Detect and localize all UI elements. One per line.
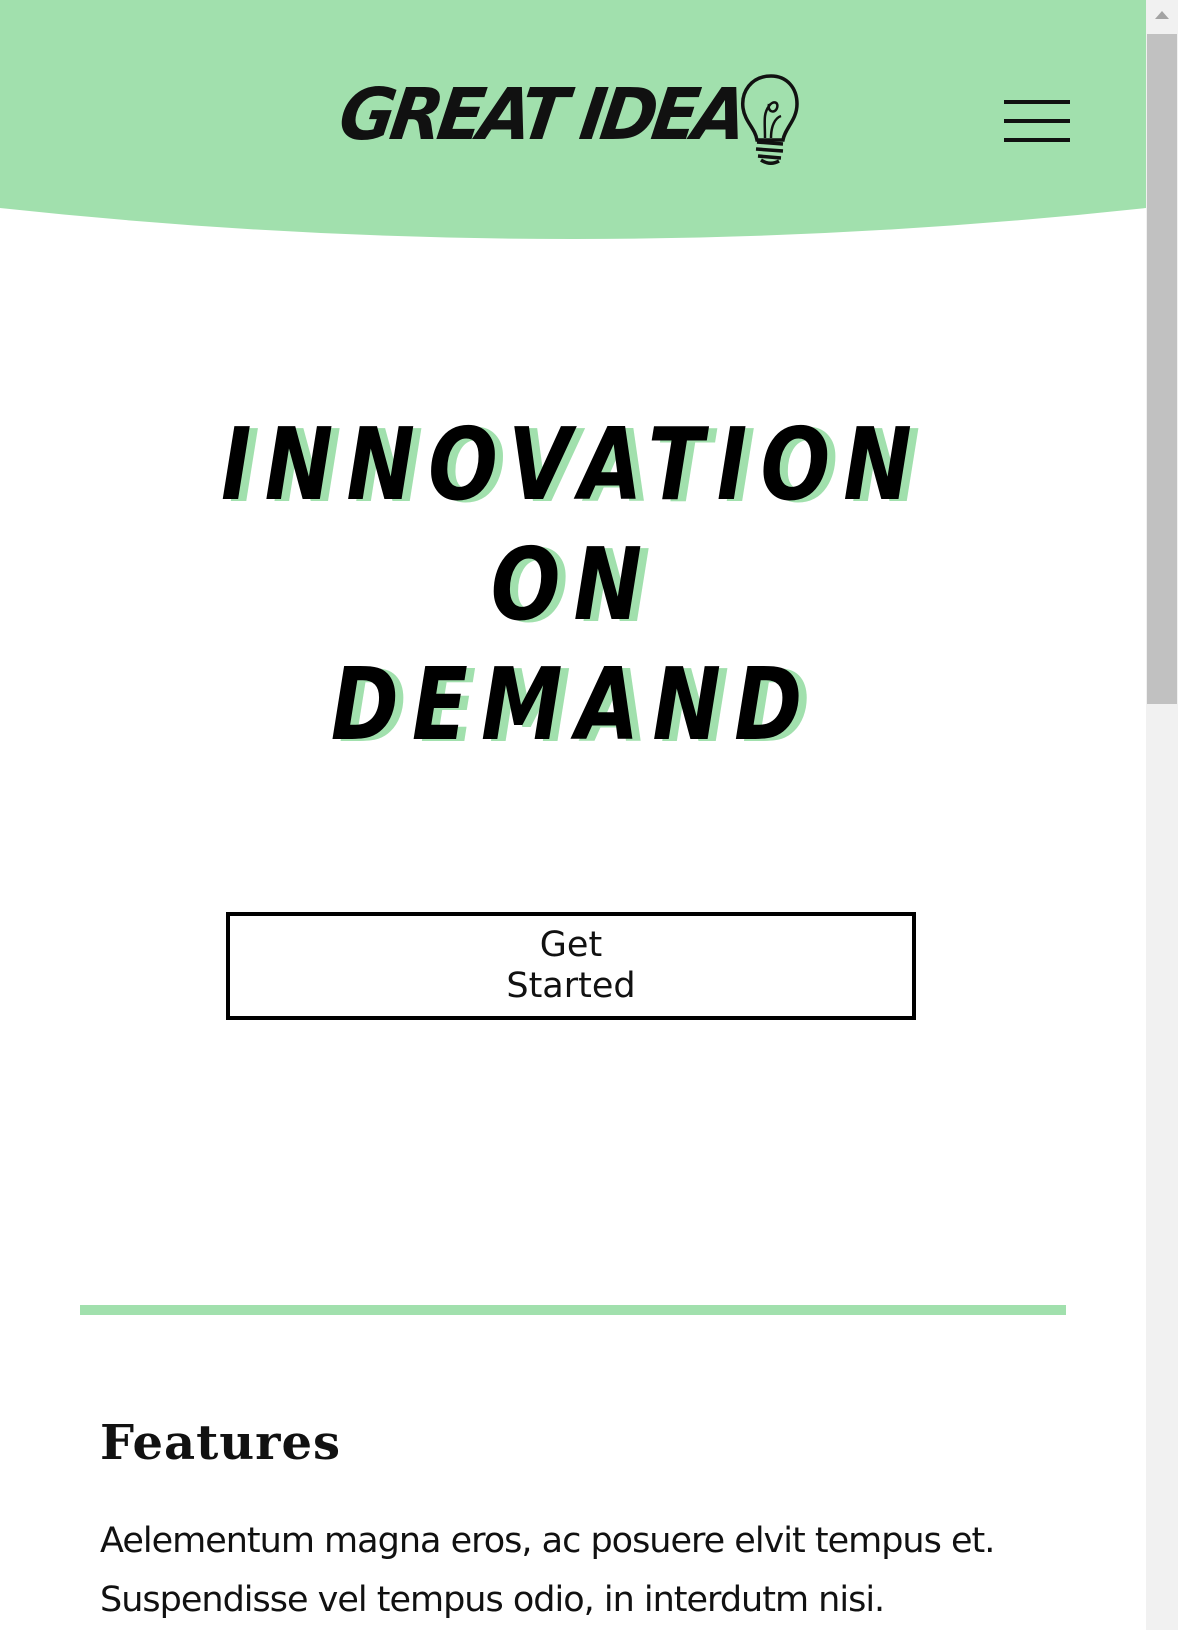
hero-title-line: ON (490, 526, 656, 643)
hamburger-line (1004, 138, 1070, 142)
vertical-scrollbar[interactable] (1146, 0, 1178, 1630)
section-divider (80, 1305, 1066, 1315)
scroll-up-arrow-icon[interactable] (1146, 0, 1178, 30)
lightbulb-icon (741, 74, 799, 165)
hamburger-line (1004, 100, 1070, 104)
triangle-up-icon (1155, 11, 1169, 19)
hamburger-line (1004, 119, 1070, 123)
site-logo[interactable]: GREAT IDEA (334, 66, 820, 166)
hamburger-menu-icon[interactable] (1004, 100, 1070, 142)
hero-title: INNOVATION ON DEMAND (0, 405, 1146, 765)
browser-viewport: GREAT IDEA INNOVATION ON DEMAND Get Star… (0, 0, 1178, 1630)
hero-title-line: INNOVATION (220, 406, 926, 523)
hero-title-line: DEMAND (330, 646, 816, 763)
logo-text: GREAT IDEA (334, 74, 748, 157)
get-started-button[interactable]: Get Started (226, 912, 916, 1020)
get-started-label: Get Started (506, 925, 636, 1006)
site-header: GREAT IDEA (0, 0, 1146, 250)
features-heading: Features (100, 1415, 342, 1471)
scrollbar-thumb[interactable] (1147, 34, 1177, 704)
features-description: Aelementum magna eros, ac posuere elvit … (100, 1521, 995, 1620)
page: GREAT IDEA INNOVATION ON DEMAND Get Star… (0, 0, 1146, 1630)
